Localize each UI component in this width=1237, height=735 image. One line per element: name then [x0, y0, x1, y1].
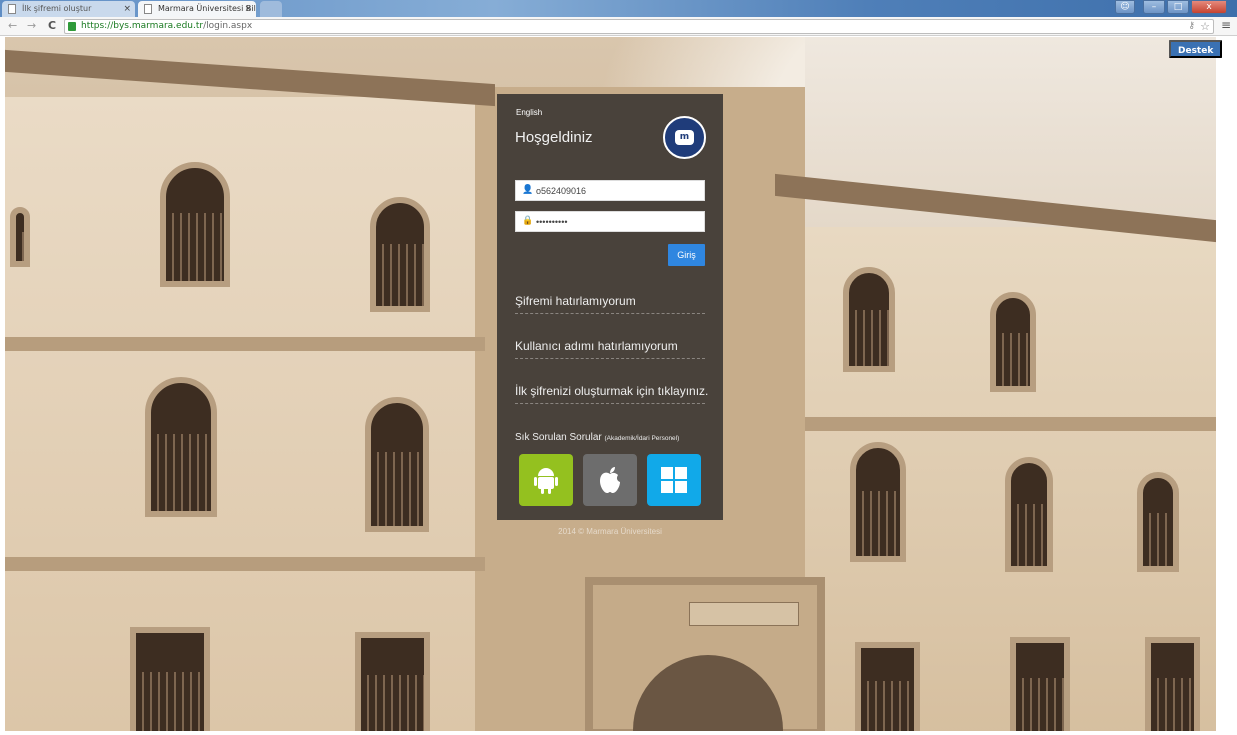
forgot-username-link[interactable]: Kullanıcı adımı hatırlamıyorum	[515, 339, 705, 359]
password-input[interactable]	[536, 212, 701, 231]
reload-icon[interactable]: C	[48, 19, 56, 33]
username-field[interactable]: 👤	[515, 180, 705, 201]
support-button[interactable]: Destek	[1169, 40, 1223, 58]
copyright-text: 2014 © Marmara Üniversitesi	[558, 527, 662, 536]
key-icon[interactable]: ⚷	[1188, 20, 1195, 33]
windows-app-button[interactable]	[647, 454, 701, 506]
building-window	[10, 207, 30, 267]
login-button[interactable]: Giriş	[668, 244, 705, 266]
building-window	[1005, 457, 1053, 572]
building-window	[160, 162, 230, 287]
building-window	[1010, 637, 1070, 731]
lock-icon: 🔒	[522, 216, 534, 226]
faq-note: (Akademik/İdari Personel)	[604, 435, 680, 442]
lock-icon	[68, 22, 76, 31]
page-icon	[8, 4, 16, 14]
apple-app-button[interactable]	[583, 454, 637, 506]
building-window	[843, 267, 895, 372]
logo-mark: m	[675, 130, 694, 145]
user-icon: 👤	[522, 185, 534, 195]
faq-link[interactable]: Sık Sorulan Sorular (Akademik/İdari Pers…	[515, 432, 679, 443]
floor-band	[5, 337, 485, 351]
forgot-password-link[interactable]: Şifremi hatırlamıyorum	[515, 294, 705, 314]
maximize-button[interactable]: □	[1167, 0, 1189, 14]
building-window	[365, 397, 429, 532]
building-window	[1137, 472, 1179, 572]
faq-label: Sık Sorulan Sorular	[515, 432, 602, 443]
tab-first-password[interactable]: İlk şifremi oluştur ×	[2, 1, 135, 17]
minimize-button[interactable]: –	[1143, 0, 1165, 14]
windows-icon	[661, 467, 687, 493]
android-icon	[534, 468, 558, 494]
new-tab-button[interactable]	[260, 1, 282, 17]
building-window	[355, 632, 430, 731]
close-window-button[interactable]: x	[1191, 0, 1227, 14]
entrance-gate	[585, 577, 825, 731]
window-controls: ☺ – □ x	[1115, 0, 1227, 16]
building-window	[1145, 637, 1200, 731]
browser-toolbar: ← → C https://bys.marmara.edu.tr/login.a…	[0, 17, 1237, 36]
browser-menu-icon[interactable]: ≡	[1221, 18, 1231, 32]
building-window	[850, 442, 906, 562]
username-input[interactable]	[536, 181, 701, 200]
language-link[interactable]: English	[516, 108, 542, 117]
building-window	[855, 642, 920, 731]
tab-title: İlk şifremi oluştur	[22, 4, 92, 13]
university-logo: m	[663, 116, 706, 159]
user-icon[interactable]: ☺	[1115, 0, 1135, 14]
create-first-password-link[interactable]: İlk şifrenizi oluşturmak için tıklayınız…	[515, 384, 708, 404]
rectorate-sign	[689, 602, 799, 626]
building-window	[990, 292, 1036, 392]
forward-arrow-icon[interactable]: →	[27, 19, 36, 33]
welcome-title: Hoşgeldiniz	[515, 129, 593, 146]
building-window	[370, 197, 430, 312]
password-field[interactable]: 🔒	[515, 211, 705, 232]
url-text[interactable]: https://bys.marmara.edu.tr/login.aspx	[81, 20, 252, 33]
url-path: /login.aspx	[203, 21, 253, 31]
building-window	[130, 627, 210, 731]
floor-band	[805, 417, 1216, 431]
login-panel: English Hoşgeldiniz m 👤 🔒 Giriş Şifremi …	[497, 94, 723, 520]
bookmark-star-icon[interactable]: ☆	[1200, 20, 1210, 33]
gate-arch	[633, 655, 783, 731]
page-viewport: Destek English Hoşgeldiniz m 👤 🔒 Giriş Ş…	[0, 37, 1237, 735]
close-tab-icon[interactable]: ×	[123, 1, 131, 17]
apple-icon	[600, 467, 620, 493]
url-domain: https://bys.marmara.edu.tr	[81, 21, 204, 31]
address-bar[interactable]: https://bys.marmara.edu.tr/login.aspx ⚷ …	[64, 19, 1214, 34]
floor-band	[5, 557, 485, 571]
close-tab-icon[interactable]: ×	[244, 1, 252, 17]
building-window	[145, 377, 217, 517]
android-app-button[interactable]	[519, 454, 573, 506]
tab-marmara-login[interactable]: Marmara Üniversitesi Bilg ×	[138, 1, 256, 17]
tab-title: Marmara Üniversitesi Bilg	[158, 4, 256, 13]
page-icon	[144, 4, 152, 14]
back-arrow-icon[interactable]: ←	[8, 19, 17, 33]
browser-tab-strip: İlk şifremi oluştur × Marmara Üniversite…	[0, 0, 1237, 17]
